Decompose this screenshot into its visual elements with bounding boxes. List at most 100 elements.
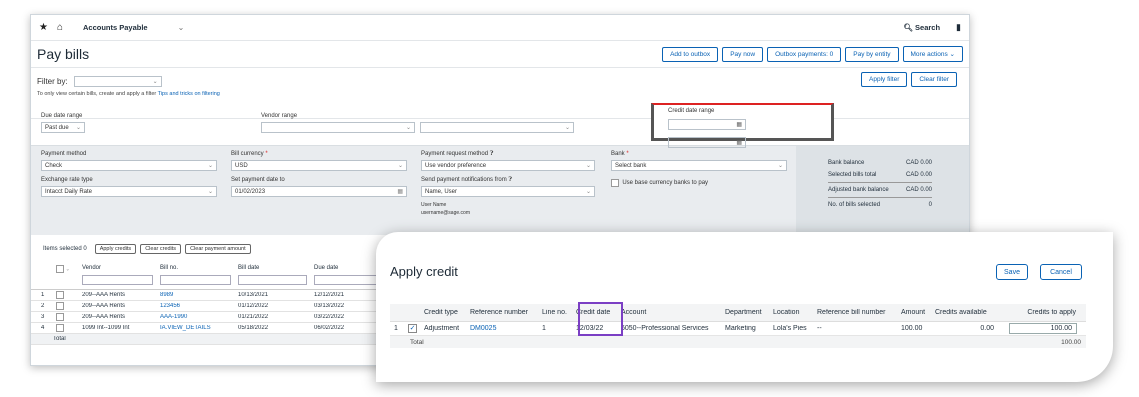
filter-tips-link[interactable]: Tips and tricks on filtering [158, 91, 220, 97]
bank-select[interactable]: Select bank ⌄ [611, 160, 787, 171]
calendar-icon[interactable]: ▦ [736, 139, 742, 146]
balance-panel: Bank balance CAD 0.00 Selected bills tota… [796, 146, 969, 236]
col-credit-date: Credit date [576, 309, 611, 316]
cancel-button[interactable]: Cancel [1040, 264, 1082, 280]
set-payment-date-input[interactable]: 01/02/2023 ▦ [231, 186, 407, 197]
calendar-icon[interactable]: ▦ [736, 121, 742, 128]
row-select[interactable] [53, 313, 79, 321]
payment-section: Payment method Check ⌄ Bill currency * US… [31, 145, 969, 236]
credit-date-to-input[interactable]: ▦ [668, 137, 746, 148]
payment-request-select[interactable]: Use vendor preference ⌄ [421, 160, 595, 171]
due-date-filter-input[interactable] [314, 275, 383, 285]
help-icon[interactable]: ❓︎ [508, 177, 512, 183]
row-number: 1 [394, 325, 398, 332]
select-all[interactable]: ⌄ [53, 260, 79, 289]
row-checkbox[interactable] [56, 324, 64, 332]
exchange-rate-select[interactable]: Intacct Daily Rate ⌄ [41, 186, 217, 197]
filter-buttons: Apply filter Clear filter [857, 72, 957, 87]
checkmark-icon[interactable]: ✓ [408, 324, 417, 333]
clear-filter-button[interactable]: Clear filter [911, 72, 957, 87]
filter-hint-text: To only view certain bills, create and a… [37, 91, 157, 97]
bill-currency-value: USD [235, 162, 248, 169]
col-account: Account [621, 309, 647, 316]
bill-no-filter-input[interactable] [160, 275, 231, 285]
add-to-outbox-button[interactable]: Add to outbox [662, 46, 719, 62]
search-button[interactable]: 🔍︎ Search [903, 23, 940, 32]
credit-date-from-input[interactable]: ▦ [668, 119, 746, 130]
bill-link[interactable]: 123456 [157, 303, 235, 309]
vendor-range-to[interactable]: ⌄ [420, 122, 574, 133]
clear-credits-button[interactable]: Clear credits [140, 244, 182, 254]
row-number: 2 [41, 303, 45, 309]
bill-currency-select[interactable]: USD ⌄ [231, 160, 407, 171]
apply-credits-button[interactable]: Apply credits [94, 244, 137, 254]
pay-now-button[interactable]: Pay now [722, 46, 764, 62]
row-checkbox[interactable] [56, 291, 64, 299]
bank-balance-value: CAD 0.00 [905, 160, 932, 166]
bill-link[interactable]: IA.VIEW_DETAILS [157, 325, 235, 331]
row-select[interactable] [53, 302, 79, 310]
payment-method-select[interactable]: Check ⌄ [41, 160, 217, 171]
credits-table: Credit type Reference number Line no. Cr… [390, 304, 1086, 348]
more-actions-label: More actions [910, 51, 948, 58]
bookmark-icon[interactable]: ▮ [956, 22, 961, 33]
bill-link[interactable]: 8989 [157, 292, 235, 298]
base-currency-label: Use base currency banks to pay [622, 180, 709, 186]
location-cell: Lola's Pies [773, 325, 807, 332]
star-icon[interactable]: ★ [39, 22, 57, 33]
credits-table-header: Credit type Reference number Line no. Cr… [390, 304, 1086, 322]
vendor-cell: 209--AAA Rents [82, 303, 126, 309]
outbox-payments-button[interactable]: Outbox payments: 0 [767, 46, 842, 62]
required-icon: * [626, 151, 629, 157]
row-checkbox[interactable] [56, 302, 64, 310]
credits-total-value: 100.00 [1061, 338, 1081, 346]
bill-date-cell: 01/12/2022 [238, 303, 269, 309]
set-payment-date-value: 01/02/2023 [235, 188, 266, 195]
bill-date-filter-input[interactable] [238, 275, 307, 285]
app-breadcrumb[interactable]: Accounts Payable [83, 23, 148, 32]
vendor-filter-input[interactable] [82, 275, 153, 285]
base-currency-option[interactable]: Use base currency banks to pay [611, 179, 708, 187]
credit-row[interactable]: 1 ✓ Adjustment DM0025 1 12/03/22 6050--P… [390, 322, 1086, 336]
bills-count-row: No. of bills selected 0 [828, 202, 932, 208]
help-icon[interactable]: ❓︎ [490, 151, 494, 157]
home-icon[interactable]: ⌂ [57, 22, 75, 33]
col-department: Department [725, 309, 762, 316]
notifications-select[interactable]: Name, User ⌄ [421, 186, 595, 197]
row-select[interactable]: ✓ [404, 324, 420, 333]
apply-filter-button[interactable]: Apply filter [861, 72, 908, 87]
chevron-down-icon[interactable]: ⌄ [66, 267, 70, 273]
credits-total-label: Total [410, 338, 424, 346]
select-all-checkbox[interactable] [56, 265, 64, 273]
col-credits-to-apply: Credits to apply [1027, 309, 1076, 316]
more-actions-button[interactable]: More actions ⌄ [902, 46, 963, 62]
vendor-range-from[interactable]: ⌄ [261, 122, 415, 133]
bills-count-value: 0 [928, 202, 932, 208]
bill-date-cell: 10/13/2021 [238, 292, 269, 298]
filter-select[interactable]: ⌄ [73, 76, 162, 87]
notifications-value: Name, User [425, 188, 458, 195]
required-icon: * [265, 151, 268, 157]
base-currency-checkbox[interactable] [611, 179, 619, 187]
calendar-icon[interactable]: ▦ [397, 188, 403, 195]
col-amount: Amount [901, 309, 926, 316]
due-date-range-select[interactable]: Past due ⌄ [41, 122, 85, 133]
vendor-cell: 209--AAA Rents [82, 292, 126, 298]
bill-link[interactable]: AAA-1990 [157, 314, 235, 320]
credits-to-apply-input[interactable]: 100.00 [1009, 323, 1077, 334]
save-button[interactable]: Save [996, 264, 1028, 280]
credits-total-row: Total 100.00 [390, 336, 1086, 348]
adjusted-balance-value: CAD 0.00 [905, 187, 932, 193]
clear-payment-button[interactable]: Clear payment amount [185, 244, 251, 254]
pay-by-entity-button[interactable]: Pay by entity [845, 46, 899, 62]
chevron-down-icon: ⌄ [777, 163, 783, 169]
bank-balance-label: Bank balance [828, 160, 865, 166]
row-checkbox[interactable] [56, 313, 64, 321]
row-select[interactable] [53, 324, 79, 332]
chevron-down-icon: ⌄ [152, 79, 158, 85]
reference-link[interactable]: DM0025 [466, 325, 538, 332]
credit-date-cell: 12/03/22 [576, 325, 604, 332]
chevron-down-icon[interactable]: ⌄ [178, 23, 185, 32]
apply-credit-dialog: Apply credit Save Cancel Credit type Ref… [376, 232, 1113, 382]
row-select[interactable] [53, 291, 79, 299]
